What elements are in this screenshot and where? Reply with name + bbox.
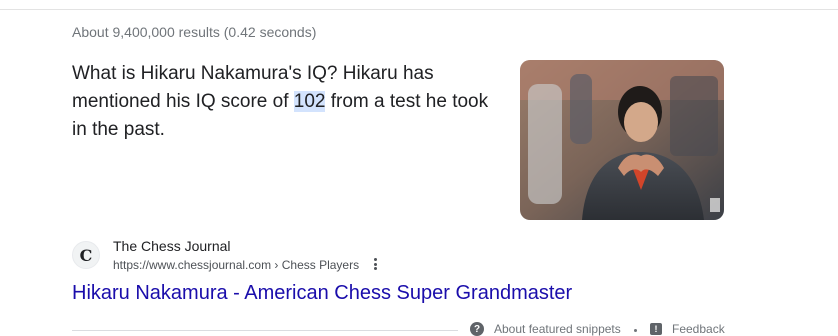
three-dots-vertical-icon[interactable]: [370, 256, 380, 272]
site-name[interactable]: The Chess Journal: [113, 238, 231, 254]
site-url-breadcrumb[interactable]: https://www.chessjournal.com › Chess Pla…: [113, 258, 359, 272]
result-title-link[interactable]: Hikaru Nakamura - American Chess Super G…: [72, 282, 572, 305]
featured-snippet-text: What is Hikaru Nakamura's IQ? Hikaru has…: [72, 60, 492, 144]
featured-snippet-image[interactable]: [520, 60, 724, 220]
snippet-highlight: 102: [293, 91, 326, 112]
feedback-flag-icon: !: [650, 323, 662, 335]
result-stats: About 9,400,000 results (0.42 seconds): [72, 24, 317, 40]
footer-divider: [72, 330, 458, 331]
chess-journal-favicon-icon: C: [72, 241, 100, 269]
footer-dot-separator: [634, 329, 637, 332]
header-divider: [0, 9, 838, 10]
